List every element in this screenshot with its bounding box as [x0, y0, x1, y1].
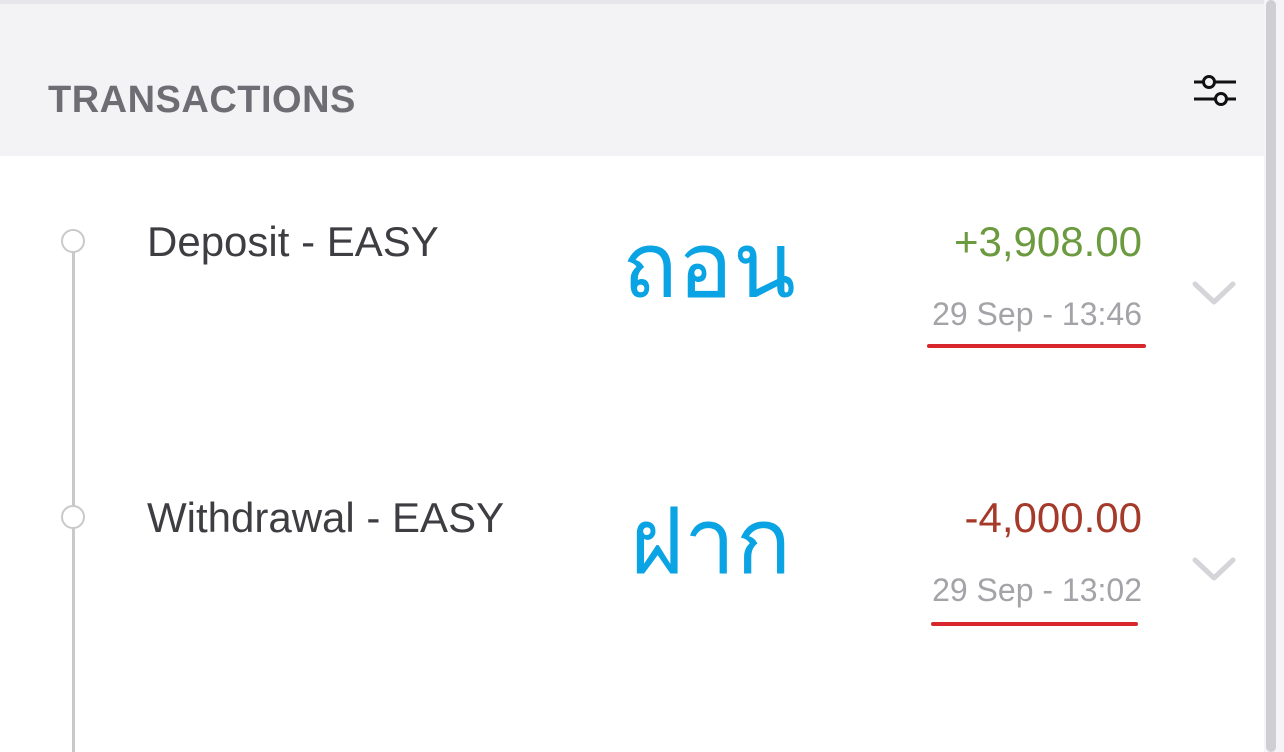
transaction-amount: +3,908.00 [953, 218, 1142, 265]
transactions-header: TRANSACTIONS [0, 4, 1264, 156]
chevron-down-icon [1192, 281, 1236, 305]
handwritten-annotation: ถอน [622, 212, 796, 319]
red-underline-mark [931, 622, 1138, 626]
transaction-row[interactable]: Withdrawal - EASY ฝาก -4,000.00 29 Sep -… [0, 476, 1264, 746]
expand-button[interactable] [1190, 276, 1238, 310]
page-title: TRANSACTIONS [48, 79, 356, 121]
transaction-time: 29 Sep - 13:46 [932, 296, 1142, 332]
transaction-title: Deposit - EASY [147, 218, 439, 265]
transaction-title: Withdrawal - EASY [147, 494, 505, 541]
transactions-screen: TRANSACTIONS Deposit - EASY ถอน +3,908.0… [0, 0, 1284, 752]
filter-button[interactable] [1190, 72, 1240, 112]
scrollbar-thumb[interactable] [1266, 0, 1276, 752]
red-underline-mark [927, 344, 1146, 348]
expand-button[interactable] [1190, 552, 1238, 586]
timeline-dot [61, 505, 85, 529]
transaction-time: 29 Sep - 13:02 [932, 572, 1142, 608]
chevron-down-icon [1192, 557, 1236, 581]
sliders-icon [1194, 75, 1236, 106]
transaction-row[interactable]: Deposit - EASY ถอน +3,908.00 29 Sep - 13… [0, 200, 1264, 470]
transaction-amount: -4,000.00 [964, 494, 1142, 541]
timeline-dot [61, 229, 85, 253]
handwritten-annotation: ฝาก [630, 488, 792, 595]
